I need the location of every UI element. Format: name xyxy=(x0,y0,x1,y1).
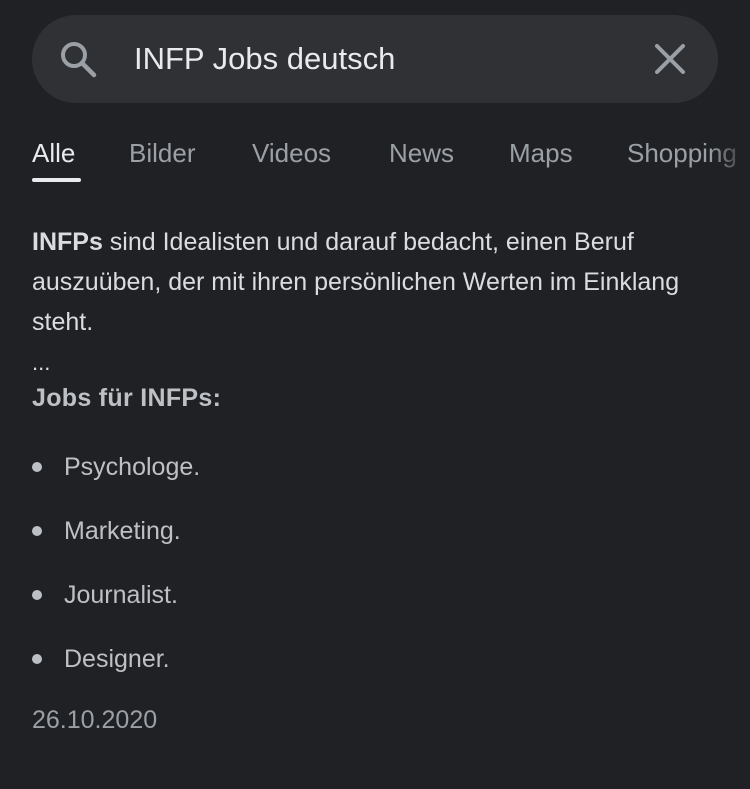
snippet-date: 26.10.2020 xyxy=(32,706,158,734)
list-item: Marketing. xyxy=(32,511,632,551)
tab-news[interactable]: News xyxy=(389,138,454,169)
featured-snippet-text: INFPs sind Idealisten und darauf bedacht… xyxy=(32,222,722,342)
list-item: Journalist. xyxy=(32,575,632,615)
list-item-label: Psychologe. xyxy=(64,453,201,481)
bullet-icon xyxy=(32,526,42,536)
list-item-label: Designer. xyxy=(64,645,170,673)
list-item: Designer. xyxy=(32,639,632,679)
bullet-icon xyxy=(32,590,42,600)
tab-alle[interactable]: Alle xyxy=(32,138,75,169)
search-input[interactable]: INFP Jobs deutsch xyxy=(134,15,395,103)
close-icon[interactable] xyxy=(652,41,688,77)
active-tab-indicator xyxy=(32,178,81,182)
tab-videos[interactable]: Videos xyxy=(252,138,331,169)
list-item-label: Marketing. xyxy=(64,517,181,545)
snippet-body: sind Idealisten und darauf bedacht, eine… xyxy=(32,228,680,336)
snippet-bold-term: INFPs xyxy=(32,228,103,256)
tab-maps[interactable]: Maps xyxy=(509,138,573,169)
tab-bilder[interactable]: Bilder xyxy=(129,138,195,169)
tabs-fade-overlay xyxy=(710,122,750,186)
search-icon[interactable] xyxy=(58,39,98,79)
list-heading: Jobs für INFPs: xyxy=(32,384,222,412)
list-item-label: Journalist. xyxy=(64,581,178,609)
search-tabs: Alle Bilder Videos News Maps Shopping xyxy=(0,122,750,186)
search-bar[interactable]: INFP Jobs deutsch xyxy=(32,15,718,103)
list-item: Psychologe. xyxy=(32,447,632,487)
snippet-ellipsis: ... xyxy=(32,350,51,375)
bullet-icon xyxy=(32,654,42,664)
bullet-icon xyxy=(32,462,42,472)
